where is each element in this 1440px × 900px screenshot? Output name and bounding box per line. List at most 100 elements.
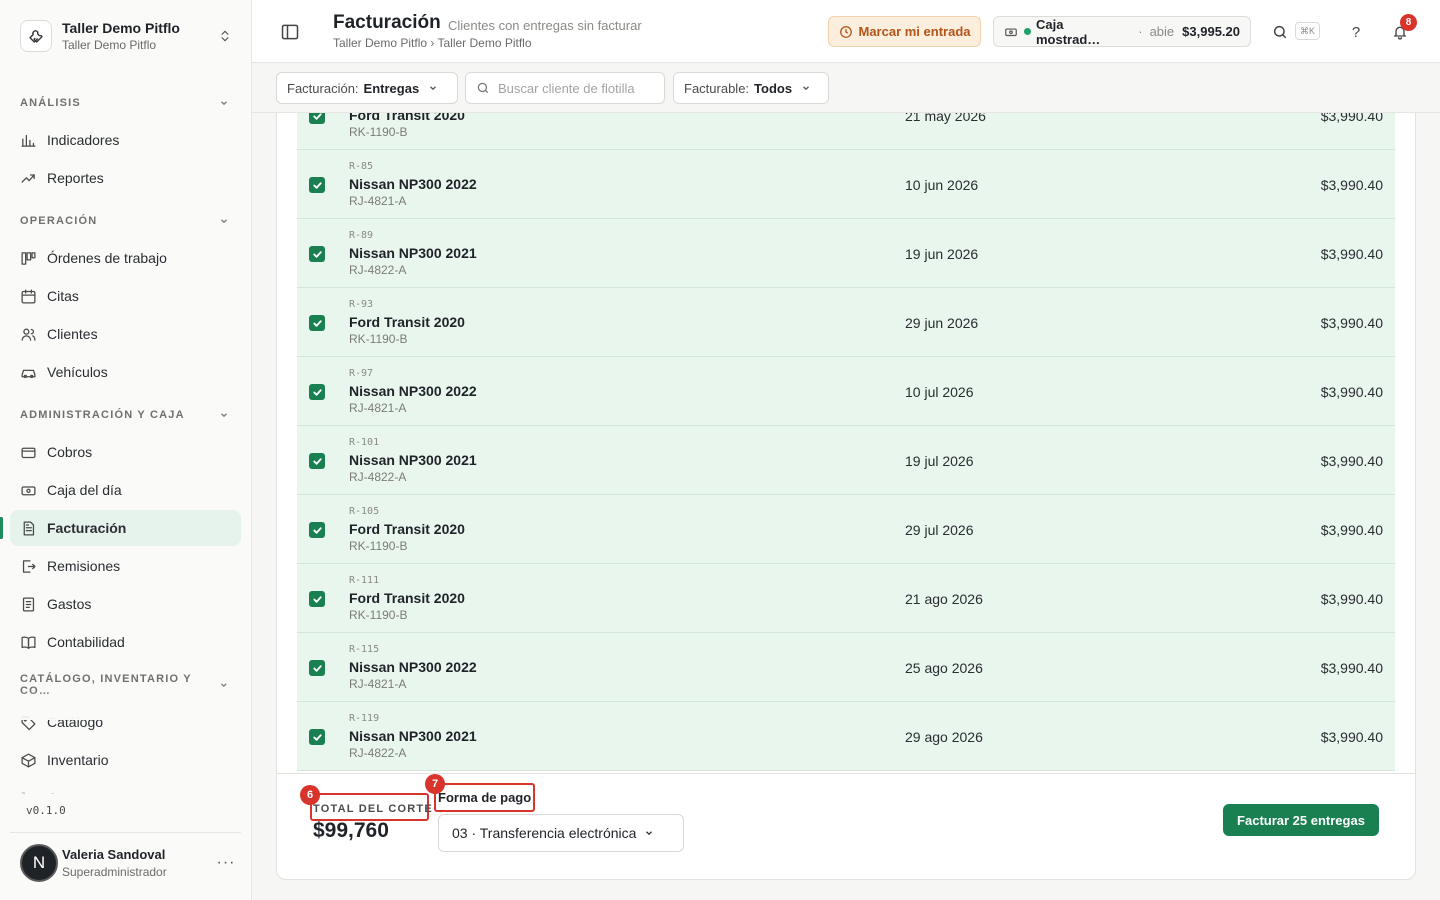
delivery-date: 25 ago 2026: [905, 660, 983, 676]
row-checkbox[interactable]: [309, 660, 325, 676]
search-input[interactable]: [498, 80, 648, 96]
status-dot: [1023, 28, 1031, 35]
section-header-1[interactable]: OPERACIÓN: [0, 202, 251, 240]
delivery-code: R-115: [349, 644, 380, 655]
payment-method-select[interactable]: 03 · Transferencia electrónica: [438, 814, 684, 852]
fleet-search[interactable]: [465, 72, 665, 104]
workspace-subtitle: Taller Demo Pitflo: [62, 38, 157, 52]
sidebar-item-gastos[interactable]: Gastos: [10, 586, 241, 622]
table-row[interactable]: R-105 Ford Transit 2020 RK-1190-B 29 jul 20…: [297, 495, 1395, 564]
row-checkbox[interactable]: [309, 453, 325, 469]
delivery-date: 21 may 2026: [905, 113, 986, 124]
billable-filter[interactable]: Facturable: Todos: [673, 72, 829, 104]
sidebar-item-ordenes-de-trabajo[interactable]: Órdenes de trabajo: [10, 240, 241, 276]
table-row[interactable]: R-81Ford Transit 2020RK-1190-B21 may 202…: [297, 113, 1395, 150]
nav-fade: [0, 690, 251, 720]
user-menu[interactable]: N Valeria Sandoval Superadministrador ··…: [10, 832, 241, 892]
check-icon: [312, 113, 322, 120]
vehicle-plate: RJ-4822-A: [349, 263, 407, 277]
table-row[interactable]: R-119 Nissan NP300 2021 RJ-4822-A 29 ago 20…: [297, 702, 1395, 771]
breadcrumb[interactable]: Taller Demo Pitflo › Taller Demo Pitflo: [333, 36, 532, 50]
sidebar-toggle-icon[interactable]: [280, 22, 300, 42]
checkin-label: Marcar mi entrada: [858, 24, 971, 39]
row-checkbox[interactable]: [309, 591, 325, 607]
delivery-amount: $3,990.40: [1320, 729, 1383, 745]
sidebar-item-citas[interactable]: Citas: [10, 278, 241, 314]
row-checkbox[interactable]: [309, 113, 325, 124]
workspace-switcher[interactable]: Taller Demo Pitflo Taller Demo Pitflo: [10, 8, 242, 64]
delivery-code: R-97: [349, 368, 374, 379]
wrench-icon: [20, 20, 52, 52]
table-row[interactable]: R-97 Nissan NP300 2022 RJ-4821-A 10 jul 202…: [297, 357, 1395, 426]
table-row[interactable]: R-101 Nissan NP300 2021 RJ-4822-A 19 jul 20…: [297, 426, 1395, 495]
vehicle-plate: RK-1190-B: [349, 539, 408, 553]
bar-chart-icon: [20, 132, 37, 149]
card-icon: [20, 444, 37, 461]
delivery-date: 10 jul 2026: [905, 384, 974, 400]
billing-filter[interactable]: Facturación: Entregas: [276, 72, 458, 104]
vehicle-name: Nissan NP300 2021: [349, 452, 477, 468]
check-icon: [312, 319, 322, 327]
table-row[interactable]: R-85 Nissan NP300 2022 RJ-4821-A 10 jun 202…: [297, 150, 1395, 219]
sidebar-item-remisiones[interactable]: Remisiones: [10, 548, 241, 584]
row-checkbox[interactable]: [309, 315, 325, 331]
sidebar-item-reportes[interactable]: Reportes: [10, 160, 241, 196]
checkin-button[interactable]: Marcar mi entrada: [828, 16, 981, 47]
table-row[interactable]: R-111 Ford Transit 2020 RK-1190-B 21 ago 20…: [297, 564, 1395, 633]
sidebar-item-caja-del-dia[interactable]: Caja del día: [10, 472, 241, 508]
billing-filter-label: Facturación:: [287, 80, 359, 96]
delivery-date: 10 jun 2026: [905, 177, 979, 193]
section-header-0[interactable]: ANÁLISIS: [0, 84, 251, 122]
sidebar-item-cobros[interactable]: Cobros: [10, 434, 241, 470]
table-row[interactable]: R-115 Nissan NP300 2022 RJ-4821-A 25 ago 20…: [297, 633, 1395, 702]
delivery-code: R-101: [349, 437, 380, 448]
delivery-code: R-105: [349, 506, 380, 517]
check-icon: [312, 595, 322, 603]
sidebar-item-label: Vehículos: [47, 364, 108, 380]
check-icon: [312, 181, 322, 189]
invoice-submit-button[interactable]: Facturar 25 entregas: [1223, 804, 1379, 836]
user-role: Superadministrador: [62, 864, 167, 879]
section-title: ANÁLISIS: [20, 97, 81, 109]
sidebar-item-contabilidad[interactable]: Contabilidad: [10, 624, 241, 660]
cash-register-selector[interactable]: Caja mostrad… · abie $3,995.20: [993, 16, 1251, 47]
shortcut-hint: ⌘K: [1295, 22, 1320, 40]
clock-icon: [839, 25, 852, 38]
delivery-date: 21 ago 2026: [905, 591, 983, 607]
sidebar-item-label: Gastos: [47, 596, 92, 612]
row-checkbox[interactable]: [309, 246, 325, 262]
box-icon: [20, 752, 37, 769]
row-checkbox[interactable]: [309, 177, 325, 193]
search-icon[interactable]: [1269, 21, 1291, 43]
vehicle-name: Ford Transit 2020: [349, 314, 465, 330]
cash-register-name: Caja mostrad…: [1035, 16, 1101, 47]
sidebar-item-inventario[interactable]: Inventario: [10, 742, 241, 778]
row-checkbox[interactable]: [309, 729, 325, 745]
car-icon: [20, 364, 37, 381]
row-checkbox[interactable]: [309, 522, 325, 538]
sidebar-item-compras[interactable]: Compras: [10, 780, 241, 794]
deliveries-list: R-81Ford Transit 2020RK-1190-B21 may 202…: [297, 113, 1395, 771]
table-row[interactable]: R-89 Nissan NP300 2021 RJ-4822-A 19 jun 202…: [297, 219, 1395, 288]
section-header-2[interactable]: ADMINISTRACIÓN Y CAJA: [0, 396, 251, 434]
cash-icon: [1005, 28, 1017, 36]
kanban-icon: [20, 250, 37, 267]
row-checkbox[interactable]: [309, 384, 325, 400]
sidebar-item-label: Facturación: [47, 520, 127, 536]
vehicle-name: Nissan NP300 2022: [349, 383, 477, 399]
table-row[interactable]: R-93 Ford Transit 2020 RK-1190-B 29 jun 202…: [297, 288, 1395, 357]
help-icon[interactable]: ?: [1345, 21, 1367, 43]
check-icon: [312, 664, 322, 672]
sidebar-item-clientes[interactable]: Clientes: [10, 316, 241, 352]
sidebar-item-vehiculos[interactable]: Vehículos: [10, 354, 241, 390]
billable-filter-value: Todos: [754, 80, 793, 96]
sidebar-item-indicadores[interactable]: Indicadores: [10, 122, 241, 158]
receipt-icon: [20, 596, 37, 613]
search-icon: [477, 82, 489, 94]
sidebar-item-label: Citas: [47, 288, 79, 304]
vehicle-name: Nissan NP300 2021: [349, 245, 477, 261]
more-icon[interactable]: ···: [211, 854, 241, 872]
annotation-marker-6: 6: [300, 785, 320, 805]
sidebar-item-facturacion[interactable]: Facturación: [0, 510, 241, 546]
delivery-amount: $3,990.40: [1320, 384, 1383, 400]
